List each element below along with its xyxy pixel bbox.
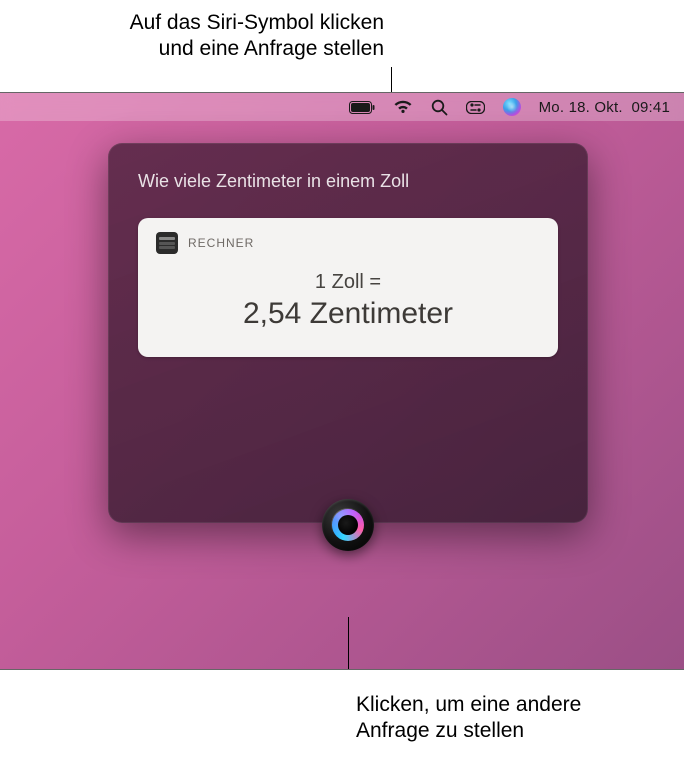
wifi-icon[interactable] xyxy=(393,100,413,114)
callout-top-leader xyxy=(391,67,392,92)
siri-orb-icon xyxy=(332,509,364,541)
desktop: Mo. 18. Okt. 09:41 Wie viele Zentimeter … xyxy=(0,92,684,670)
siri-orb-button[interactable] xyxy=(322,499,374,551)
spotlight-icon[interactable] xyxy=(431,99,448,116)
control-center-icon[interactable] xyxy=(466,101,485,114)
conversion-result: 2,54 Zentimeter xyxy=(156,297,540,331)
siri-panel: Wie viele Zentimeter in einem Zoll RECHN… xyxy=(108,143,588,523)
callout-bottom-line2: Anfrage zu stellen xyxy=(356,719,524,742)
calculator-icon xyxy=(156,232,178,254)
callout-top-line1: Auf das Siri-Symbol klicken xyxy=(130,11,384,34)
siri-query: Wie viele Zentimeter in einem Zoll xyxy=(138,171,558,192)
siri-menu-icon[interactable] xyxy=(503,98,521,116)
card-header: RECHNER xyxy=(156,232,540,254)
siri-answer-card[interactable]: RECHNER 1 Zoll = 2,54 Zentimeter xyxy=(138,218,558,357)
battery-icon[interactable] xyxy=(349,101,375,114)
conversion-formula: 1 Zoll = xyxy=(156,272,540,293)
callout-bottom-line1: Klicken, um eine andere xyxy=(356,693,581,716)
callout-top: Auf das Siri-Symbol klicken und eine Anf… xyxy=(0,10,384,62)
callout-bottom: Klicken, um eine andere Anfrage zu stell… xyxy=(356,692,674,744)
callout-bottom-leader xyxy=(348,617,349,670)
menu-bar: Mo. 18. Okt. 09:41 xyxy=(0,93,684,121)
callout-top-line2: und eine Anfrage stellen xyxy=(159,37,384,60)
menubar-date[interactable]: Mo. 18. Okt. 09:41 xyxy=(539,99,670,116)
card-source-label: RECHNER xyxy=(188,236,254,250)
